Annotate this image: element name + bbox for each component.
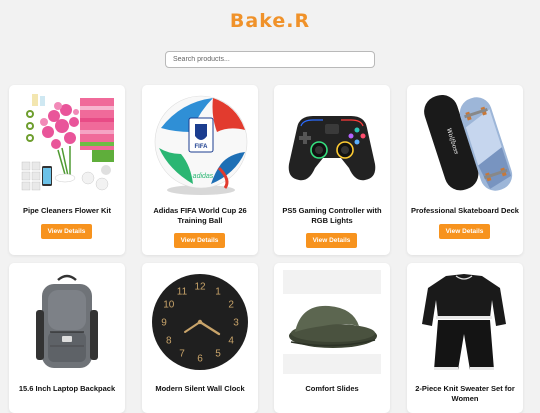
product-card: FIFA adidas Adidas FIFA World Cup 26 Tra… xyxy=(142,85,258,255)
product-image[interactable] xyxy=(416,270,514,374)
clock-numeral: 8 xyxy=(166,336,172,347)
view-details-button[interactable]: View Details xyxy=(41,224,92,239)
product-image[interactable] xyxy=(283,270,381,374)
view-details-button[interactable]: View Details xyxy=(439,224,490,239)
svg-text:adidas: adidas xyxy=(193,173,214,180)
product-card: PS5 Gaming Controller with RGB Lights Vi… xyxy=(274,85,390,255)
product-image[interactable] xyxy=(18,92,116,196)
product-title[interactable]: Pipe Cleaners Flower Kit xyxy=(13,206,121,216)
clock-numeral: 5 xyxy=(215,349,221,360)
clock-numeral: 9 xyxy=(161,318,167,329)
product-title[interactable]: 2-Piece Knit Sweater Set for Women xyxy=(411,384,519,404)
product-card: Pipe Cleaners Flower Kit View Details xyxy=(9,85,125,255)
clock-numeral: 6 xyxy=(197,354,203,365)
clock-numeral: 11 xyxy=(177,286,188,297)
product-title[interactable]: PS5 Gaming Controller with RGB Lights xyxy=(278,206,386,226)
clock-numeral: 2 xyxy=(228,300,234,311)
product-title[interactable]: Professional Skateboard Deck xyxy=(411,206,519,216)
product-image[interactable] xyxy=(283,92,381,196)
product-title[interactable]: Adidas FIFA World Cup 26 Training Ball xyxy=(146,206,254,226)
site-logo[interactable]: Bake.R xyxy=(0,10,540,32)
clock-numeral: 4 xyxy=(228,336,234,347)
view-details-button[interactable]: View Details xyxy=(174,233,225,248)
product-image[interactable]: Wolfboss xyxy=(416,92,514,196)
clock-numeral: 10 xyxy=(163,300,175,311)
product-card: 2-Piece Knit Sweater Set for Women xyxy=(407,263,523,413)
product-card: Wolfboss Professional Skateboard Deck Vi… xyxy=(407,85,523,255)
product-image[interactable]: FIFA adidas xyxy=(151,92,249,196)
search-input[interactable] xyxy=(165,51,375,68)
product-card: 12 1 2 3 4 5 6 7 8 9 10 11 Modern Silent Wall Clock xyxy=(142,263,258,413)
clock-numeral: 1 xyxy=(215,286,221,297)
product-image[interactable] xyxy=(18,270,116,374)
clock-numeral: 3 xyxy=(233,318,239,329)
product-title[interactable]: Modern Silent Wall Clock xyxy=(146,384,254,394)
product-card: Comfort Slides xyxy=(274,263,390,413)
clock-numeral: 12 xyxy=(194,282,206,293)
product-title[interactable]: Comfort Slides xyxy=(278,384,386,394)
clock-numeral: 7 xyxy=(179,349,185,360)
product-card: 15.6 Inch Laptop Backpack xyxy=(9,263,125,413)
view-details-button[interactable]: View Details xyxy=(306,233,357,248)
product-image[interactable]: 12 1 2 3 4 5 6 7 8 9 10 11 xyxy=(151,270,249,374)
product-title[interactable]: 15.6 Inch Laptop Backpack xyxy=(13,384,121,394)
ball-logo-text: FIFA xyxy=(195,144,209,150)
